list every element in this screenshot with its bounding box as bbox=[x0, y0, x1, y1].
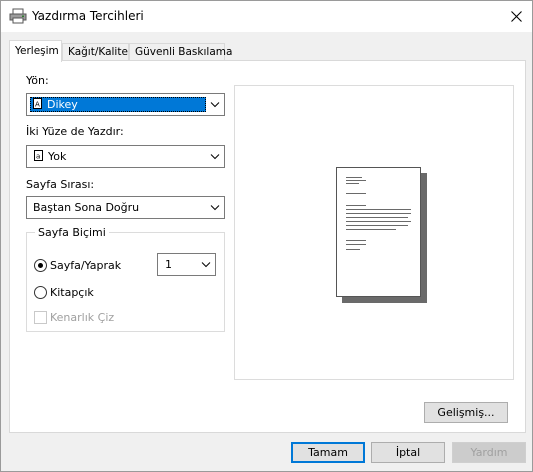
duplex-value: a Yok bbox=[34, 150, 66, 163]
single-sided-page-icon: a bbox=[34, 150, 43, 161]
duplex-select[interactable]: a Yok bbox=[26, 145, 225, 168]
duplex-text: Yok bbox=[48, 150, 67, 163]
draw-borders-label: Kenarlık Çiz bbox=[50, 311, 115, 324]
page-format-title: Sayfa Biçimi bbox=[35, 226, 109, 239]
chevron-down-icon bbox=[210, 102, 220, 108]
orientation-value: A Dikey bbox=[33, 98, 78, 111]
pages-per-sheet-value: 1 bbox=[165, 258, 172, 271]
printer-icon bbox=[9, 8, 27, 24]
orientation-label: Yön: bbox=[26, 74, 49, 87]
chevron-down-icon bbox=[210, 205, 220, 211]
title-bar: Yazdırma Tercihleri bbox=[1, 1, 532, 32]
orientation-text: Dikey bbox=[47, 98, 78, 111]
booklet-radio[interactable] bbox=[34, 286, 47, 299]
orientation-select[interactable]: A Dikey bbox=[26, 93, 225, 116]
page-preview bbox=[234, 85, 514, 380]
tab-secure-printing[interactable]: Güvenli Baskılama bbox=[129, 43, 232, 61]
pages-per-sheet-radio[interactable] bbox=[34, 259, 47, 272]
close-icon bbox=[510, 11, 522, 22]
layout-tab-panel: Yön: A Dikey İki Yüze de Yazdır: a Yok S… bbox=[9, 60, 526, 433]
chevron-down-icon bbox=[210, 154, 220, 160]
svg-text:a: a bbox=[36, 153, 40, 161]
pages-per-sheet-label[interactable]: Sayfa/Yaprak bbox=[50, 259, 121, 272]
page-order-value: Baştan Sona Doğru bbox=[33, 201, 140, 214]
tab-layout[interactable]: Yerleşim bbox=[9, 40, 62, 62]
svg-text:A: A bbox=[35, 101, 40, 109]
page-order-select[interactable]: Baştan Sona Doğru bbox=[26, 196, 225, 219]
ok-button[interactable]: Tamam bbox=[291, 442, 365, 463]
tab-paper-quality[interactable]: Kağıt/Kalite bbox=[62, 43, 129, 61]
chevron-down-icon bbox=[201, 262, 211, 268]
print-preferences-dialog: Yazdırma Tercihleri Yerleşim Kağıt/Kalit… bbox=[0, 0, 533, 472]
page-preview-sheet bbox=[336, 167, 421, 297]
advanced-button[interactable]: Gelişmiş... bbox=[424, 402, 508, 423]
radio-selected-dot bbox=[38, 263, 43, 268]
portrait-page-icon: A bbox=[33, 98, 42, 109]
draw-borders-checkbox[interactable] bbox=[34, 311, 47, 324]
page-order-label: Sayfa Sırası: bbox=[26, 178, 95, 191]
duplex-label: İki Yüze de Yazdır: bbox=[26, 125, 124, 138]
help-button: Yardım bbox=[452, 442, 526, 463]
window-title: Yazdırma Tercihleri bbox=[32, 9, 144, 23]
booklet-label[interactable]: Kitapçık bbox=[50, 286, 94, 299]
pages-per-sheet-select[interactable]: 1 bbox=[157, 253, 216, 276]
cancel-button[interactable]: İptal bbox=[371, 442, 445, 463]
close-button[interactable] bbox=[500, 1, 532, 32]
